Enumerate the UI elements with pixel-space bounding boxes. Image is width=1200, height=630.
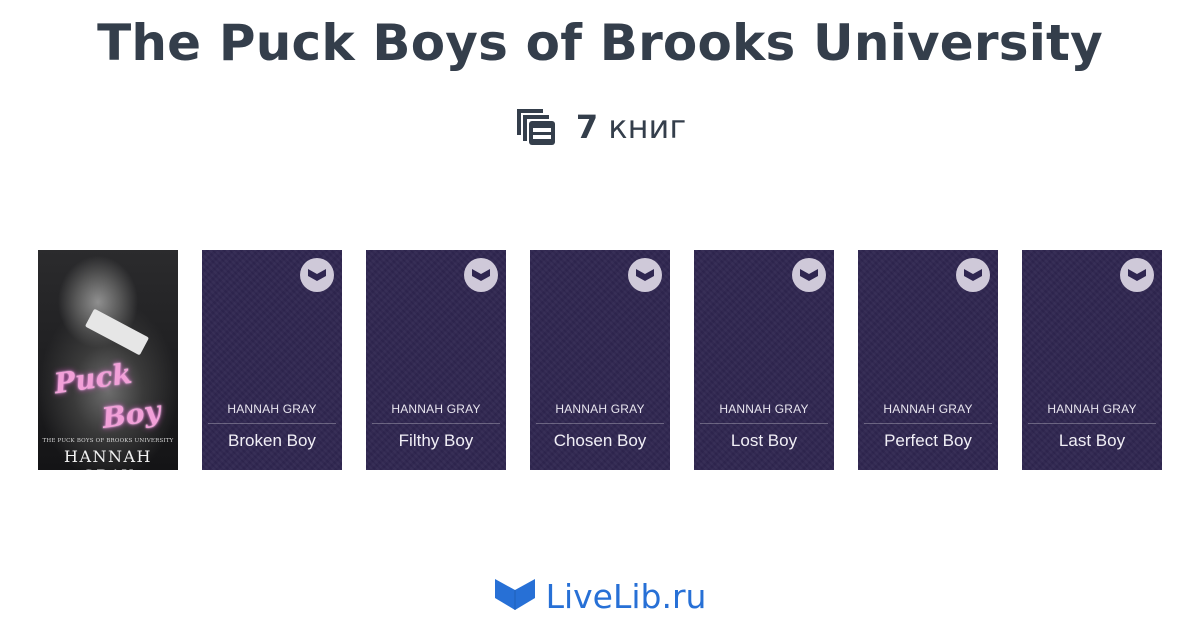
livelib-badge-icon	[300, 258, 334, 292]
book-author: HANNAH GRAY	[391, 402, 481, 416]
book-divider	[372, 423, 500, 424]
book-author: HANNAH GRAY	[719, 402, 809, 416]
page-title: The Puck Boys of Brooks University	[97, 14, 1103, 72]
livelib-badge-icon	[464, 258, 498, 292]
open-book-logo-icon	[494, 576, 536, 617]
book-card[interactable]: HANNAH GRAY Perfect Boy	[858, 250, 998, 470]
book-cover-puck-boy[interactable]: Puck Boy THE PUCK BOYS OF BROOKS UNIVERS…	[38, 250, 178, 470]
cover-author: HANNAH GRAY	[63, 447, 152, 470]
cover-script-line2: Boy	[99, 394, 163, 435]
book-divider	[1028, 423, 1156, 424]
cover-script-line1: Puck	[52, 356, 134, 401]
cover-napkin	[84, 308, 150, 356]
book-title: Last Boy	[1058, 431, 1126, 450]
book-author: HANNAH GRAY	[555, 402, 645, 416]
book-divider	[864, 423, 992, 424]
book-title: Filthy Boy	[398, 431, 474, 450]
book-author: HANNAH GRAY	[883, 402, 973, 416]
book-title: Chosen Boy	[553, 431, 647, 450]
cover-series-line: THE PUCK BOYS OF BROOKS UNIVERSITY	[42, 438, 174, 444]
book-title: Lost Boy	[730, 431, 798, 450]
book-card[interactable]: HANNAH GRAY Lost Boy	[694, 250, 834, 470]
book-author: HANNAH GRAY	[227, 402, 317, 416]
book-divider	[208, 423, 336, 424]
book-card[interactable]: HANNAH GRAY Last Boy	[1022, 250, 1162, 470]
livelib-badge-icon	[792, 258, 826, 292]
books-stack-icon	[514, 106, 558, 148]
book-title: Broken Boy	[228, 431, 316, 450]
book-divider	[700, 423, 828, 424]
livelib-badge-icon	[628, 258, 662, 292]
book-card[interactable]: HANNAH GRAY Chosen Boy	[530, 250, 670, 470]
livelib-brand[interactable]: LiveLib.ru	[0, 576, 1200, 617]
book-title: Perfect Boy	[884, 431, 972, 450]
livelib-badge-icon	[1120, 258, 1154, 292]
book-count: 7 книг	[0, 106, 1200, 148]
book-card[interactable]: HANNAH GRAY Filthy Boy	[366, 250, 506, 470]
book-author: HANNAH GRAY	[1047, 402, 1137, 416]
book-divider	[536, 423, 664, 424]
book-card[interactable]: HANNAH GRAY Broken Boy	[202, 250, 342, 470]
livelib-badge-icon	[956, 258, 990, 292]
brand-name: LiveLib.ru	[545, 577, 707, 616]
book-list: Puck Boy THE PUCK BOYS OF BROOKS UNIVERS…	[38, 250, 1162, 470]
book-count-text: 7 книг	[575, 108, 687, 146]
